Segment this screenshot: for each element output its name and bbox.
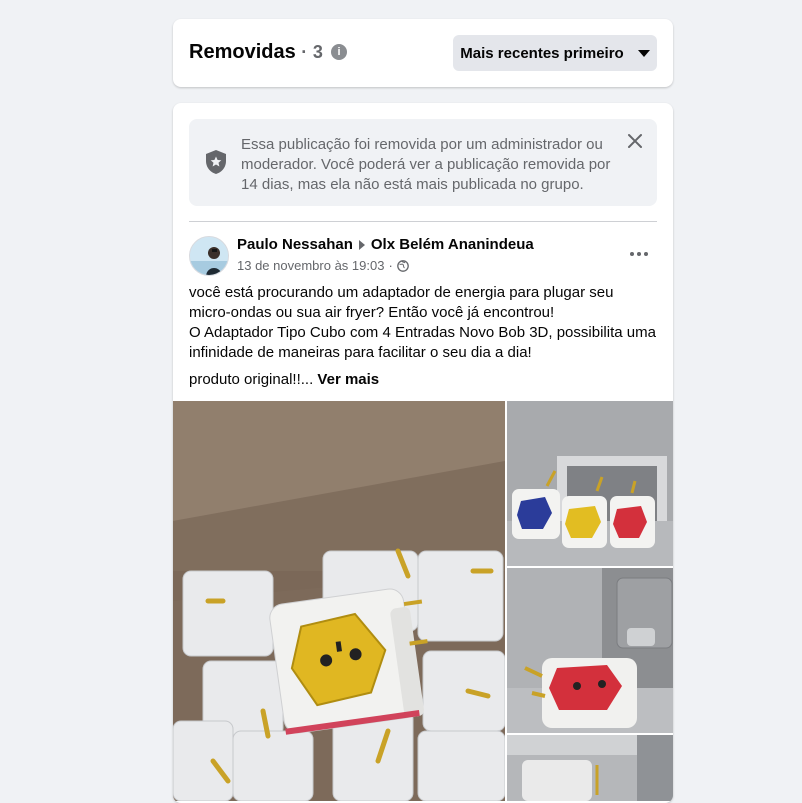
post-text: você está procurando um adaptador de ene… <box>189 283 659 390</box>
info-icon[interactable]: i <box>331 44 347 60</box>
removed-post-card: Essa publicação foi removida por um admi… <box>173 103 673 803</box>
section-title-label: Removidas <box>189 41 296 63</box>
more-options-icon[interactable] <box>621 236 657 272</box>
see-more-link[interactable]: Ver mais <box>317 371 379 388</box>
removed-posts-header: Removidas · 3 i Mais recentes primeiro <box>173 19 673 87</box>
post-text-line: você está procurando um adaptador de ene… <box>189 284 614 321</box>
section-title: Removidas · 3 <box>189 41 323 64</box>
title-separator: · <box>301 42 308 62</box>
caret-right-icon <box>358 239 365 250</box>
group-name[interactable]: Olx Belém Ananindeua <box>371 236 534 253</box>
post-photo-grid <box>173 401 673 801</box>
close-icon[interactable] <box>625 131 645 151</box>
divider <box>189 221 657 222</box>
post-photo-main[interactable] <box>173 401 505 801</box>
post-author-line: Paulo Nessahan Olx Belém Ananindeua <box>237 236 534 253</box>
author-name[interactable]: Paulo Nessahan <box>237 236 353 253</box>
post-timestamp[interactable]: 13 de novembro às 19:03 <box>237 258 384 273</box>
post-photo[interactable] <box>507 735 673 801</box>
post-text-truncated: produto original!!... <box>189 371 314 388</box>
post-photo[interactable] <box>507 568 673 733</box>
globe-icon <box>396 259 409 272</box>
shield-star-icon <box>206 150 226 174</box>
sort-label: Mais recentes primeiro <box>460 44 624 62</box>
removal-notice: Essa publicação foi removida por um admi… <box>189 119 657 206</box>
post-meta: 13 de novembro às 19:03 · <box>237 258 409 273</box>
sort-dropdown-button[interactable]: Mais recentes primeiro <box>453 35 657 71</box>
post-text-line: O Adaptador Tipo Cubo com 4 Entradas Nov… <box>189 324 656 361</box>
meta-separator: · <box>388 258 393 273</box>
post-photo[interactable] <box>507 401 673 566</box>
caret-down-icon <box>637 49 650 57</box>
post-text-line: produto original!!... Ver mais <box>189 370 659 390</box>
avatar[interactable] <box>189 236 229 276</box>
removal-notice-text: Essa publicação foi removida por um admi… <box>241 136 611 193</box>
removed-count: 3 <box>312 42 323 62</box>
